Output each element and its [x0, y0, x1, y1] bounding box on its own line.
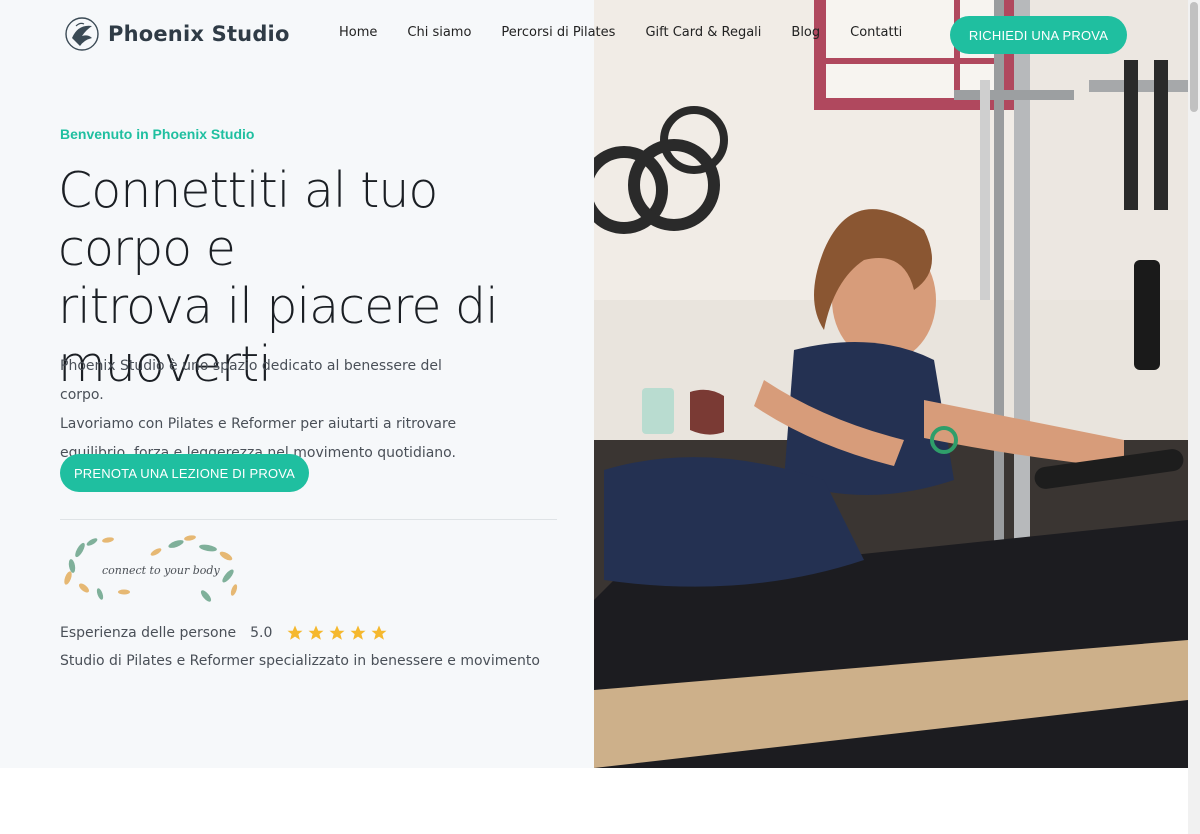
main-nav: Home Chi siamo Percorsi di Pilates Gift … [339, 25, 902, 40]
star-icon [287, 625, 303, 640]
logo-text: Phoenix Studio [108, 22, 290, 46]
rating-score: 5.0 [250, 625, 273, 641]
headline-line: ritrova il piacere di [58, 278, 499, 335]
rating-row: Esperienza delle persone 5.0 [60, 624, 388, 642]
scrollbar-thumb[interactable] [1190, 2, 1198, 112]
hero-photo [594, 0, 1188, 768]
star-icon [350, 625, 366, 640]
nav-blog[interactable]: Blog [791, 25, 820, 40]
phoenix-logo-icon [65, 17, 99, 51]
hero-tagline: Studio di Pilates e Reformer specializza… [60, 653, 540, 669]
rating-stars [286, 624, 388, 642]
star-icon [308, 625, 324, 640]
site-header: Phoenix Studio Home Chi siamo Percorsi d… [0, 0, 1188, 70]
star-icon [329, 625, 345, 640]
intro-line: Lavoriamo con Pilates e Reformer per aiu… [60, 416, 457, 432]
book-trial-lesson-button[interactable]: PRENOTA UNA LEZIONE DI PROVA [60, 454, 309, 492]
nav-chi-siamo[interactable]: Chi siamo [407, 25, 471, 40]
page-scrollbar[interactable] [1188, 0, 1200, 834]
divider [60, 519, 557, 520]
request-trial-button[interactable]: RICHIEDI UNA PROVA [950, 16, 1127, 54]
hero-eyebrow: Benvenuto in Phoenix Studio [60, 126, 255, 142]
nav-gift-card[interactable]: Gift Card & Regali [645, 25, 761, 40]
hero-intro: Phoenix Studio è uno spazio dedicato al … [60, 352, 480, 468]
headline-line: Connettiti al tuo corpo e [58, 162, 438, 277]
nav-home[interactable]: Home [339, 25, 377, 40]
star-icon [371, 625, 387, 640]
nav-contatti[interactable]: Contatti [850, 25, 902, 40]
badge-text: connect to your body [102, 564, 220, 577]
logo[interactable]: Phoenix Studio [64, 16, 290, 52]
nav-percorsi[interactable]: Percorsi di Pilates [501, 25, 615, 40]
rating-label: Esperienza delle persone [60, 625, 237, 641]
intro-line: Phoenix Studio è uno spazio dedicato al … [60, 358, 442, 403]
